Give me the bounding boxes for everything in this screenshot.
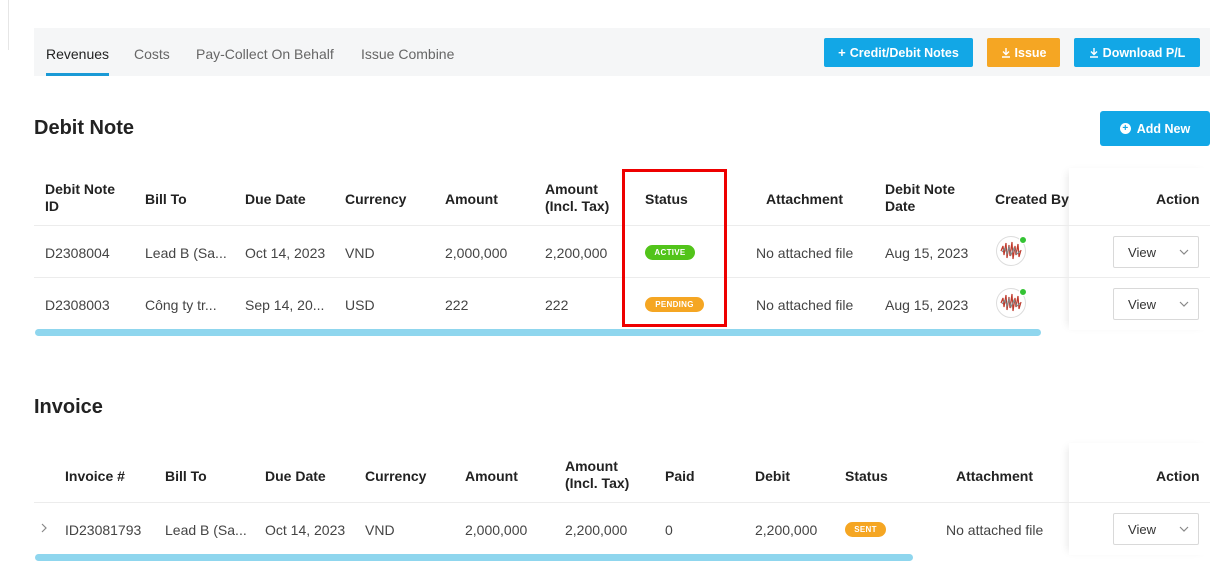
header-created-by: Created By [995,191,1069,207]
debit-note-title: Debit Note [34,117,134,139]
online-status-icon [1019,236,1027,244]
cell-attachment: No attached file [946,522,1044,538]
header-action: Action [1156,468,1200,484]
header-invoice-number: Invoice # [65,468,125,484]
horizontal-scrollbar[interactable] [35,329,1041,336]
cell-currency: VND [345,245,375,261]
header-debit-note-date: Debit Note Date [885,181,955,215]
header-debit-note-id: Debit Note ID [45,181,115,215]
header-text: Debit Note [885,181,955,197]
download-icon [1001,47,1011,58]
add-new-label: Add New [1136,121,1191,136]
tab-pay-collect-on-behalf[interactable]: Pay-Collect On Behalf [196,28,334,76]
cell-attachment: No attached file [756,297,854,313]
download-pl-button[interactable]: Download P/L [1074,38,1200,67]
view-button[interactable]: View [1113,513,1171,545]
cell-bill-to: Công ty tr... [145,297,217,313]
header-due-date: Due Date [265,468,326,484]
header-text: (Incl. Tax) [545,198,610,214]
chevron-down-icon [1179,526,1189,532]
cell-date: Aug 15, 2023 [885,297,969,313]
download-pl-label: Download P/L [1102,45,1186,60]
chevron-down-icon [1179,249,1189,255]
tab-bar: Revenues Costs Pay-Collect On Behalf Iss… [34,28,1210,76]
issue-label: Issue [1014,45,1047,60]
header-amount: Amount [465,468,518,484]
cell-amount: 2,000,000 [445,245,508,261]
tab-issue-combine[interactable]: Issue Combine [361,28,454,76]
header-action: Action [1156,191,1200,207]
header-amount: Amount [445,191,498,207]
header-text: Amount [545,181,598,197]
cell-date: Aug 15, 2023 [885,245,969,261]
status-badge: ACTIVE [645,245,695,260]
cell-amount: 2,000,000 [465,522,528,538]
header-currency: Currency [365,468,427,484]
cell-due-date: Oct 14, 2023 [245,245,326,261]
cell-debit: 2,200,000 [755,522,818,538]
cell-id: D2308004 [45,245,110,261]
header-text: (Incl. Tax) [565,475,630,491]
credit-debit-notes-button[interactable]: + Credit/Debit Notes [824,38,973,67]
header-text: Debit Note [45,181,115,197]
header-attachment: Attachment [766,191,844,207]
cell-amount-incl-tax: 2,200,000 [545,245,608,261]
status-badge: PENDING [645,297,704,312]
download-icon [1089,47,1099,58]
action-dropdown-button[interactable] [1170,236,1199,268]
header-attachment: Attachment [956,468,1034,484]
add-new-button[interactable]: + Add New [1100,111,1210,146]
tab-revenues[interactable]: Revenues [46,28,110,76]
header-status: Status [645,191,688,207]
avatar[interactable] [996,236,1027,266]
avatar[interactable] [996,288,1027,318]
header-amount-incl-tax: Amount (Incl. Tax) [565,458,629,492]
cell-invoice-number: ID23081793 [65,522,142,538]
header-paid: Paid [665,468,695,484]
cell-amount: 222 [445,297,469,313]
header-text: ID [45,198,59,214]
action-dropdown-button[interactable] [1170,513,1199,545]
cell-currency: USD [345,297,375,313]
tab-costs[interactable]: Costs [134,28,170,76]
view-button[interactable]: View [1113,288,1171,320]
invoice-title: Invoice [34,396,103,418]
header-debit: Debit [755,468,790,484]
header-status: Status [845,468,888,484]
row-divider [34,502,1210,503]
status-badge: SENT [845,522,886,537]
header-bill-to: Bill To [165,468,207,484]
cell-amount-incl-tax: 2,200,000 [565,522,628,538]
left-edge-divider [8,0,9,50]
row-divider [34,277,1210,278]
expand-row-button[interactable] [40,520,48,536]
header-due-date: Due Date [245,191,306,207]
plus-circle-icon: + [1119,123,1131,134]
issue-button[interactable]: Issue [987,38,1060,67]
cell-currency: VND [365,522,395,538]
chevron-right-icon [41,523,47,533]
credit-debit-notes-label: Credit/Debit Notes [849,45,959,60]
cell-bill-to: Lead B (Sa... [165,522,247,538]
cell-amount-incl-tax: 222 [545,297,569,313]
header-text: Amount [565,458,618,474]
cell-attachment: No attached file [756,245,854,261]
header-bill-to: Bill To [145,191,187,207]
cell-due-date: Oct 14, 2023 [265,522,346,538]
header-text: Date [885,198,916,214]
cell-due-date: Sep 14, 20... [245,297,325,313]
view-button[interactable]: View [1113,236,1171,268]
header-amount-incl-tax: Amount (Incl. Tax) [545,181,609,215]
header-currency: Currency [345,191,407,207]
cell-paid: 0 [665,522,673,538]
action-dropdown-button[interactable] [1170,288,1199,320]
horizontal-scrollbar[interactable] [35,554,913,561]
cell-id: D2308003 [45,297,110,313]
cell-bill-to: Lead B (Sa... [145,245,227,261]
chevron-down-icon [1179,301,1189,307]
online-status-icon [1019,288,1027,296]
row-divider [34,225,1210,226]
plus-icon: + [838,45,846,60]
